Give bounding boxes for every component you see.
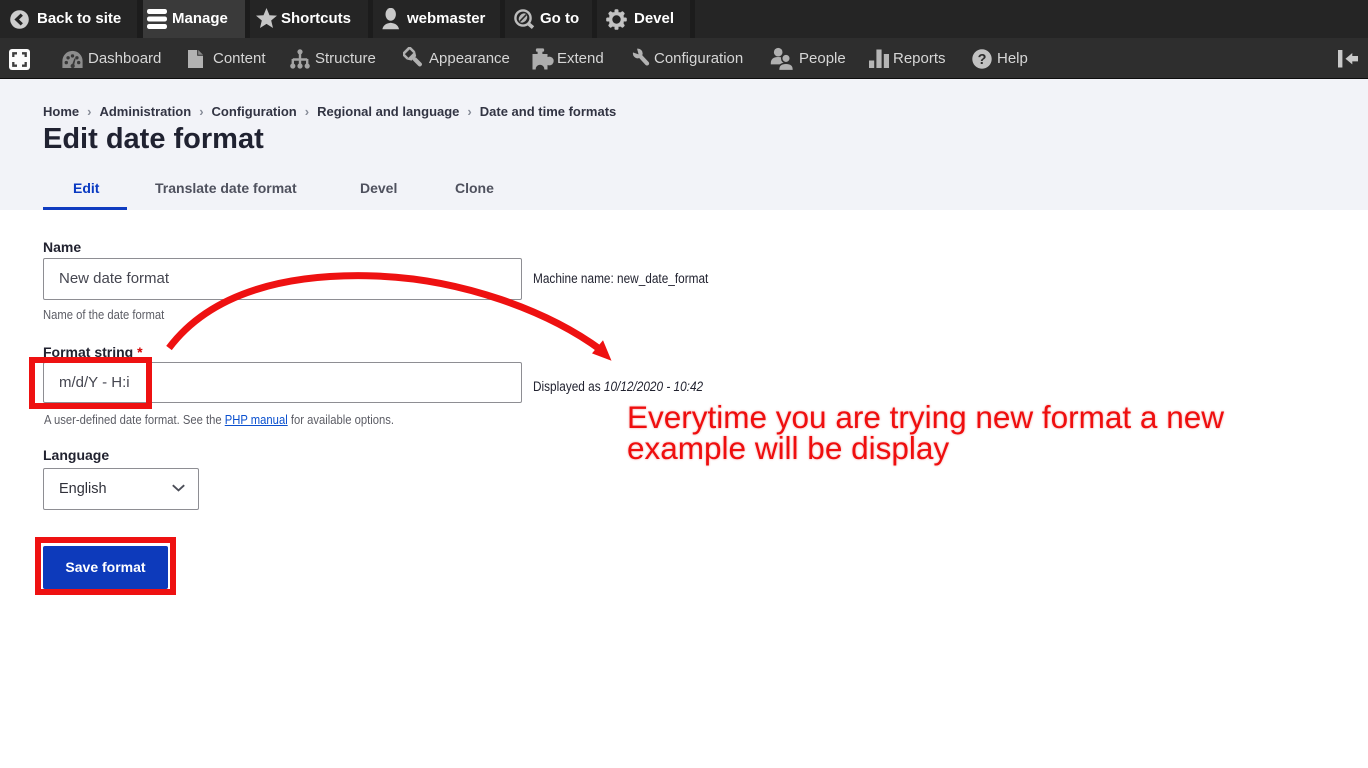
svg-text:?: ? bbox=[978, 52, 987, 68]
